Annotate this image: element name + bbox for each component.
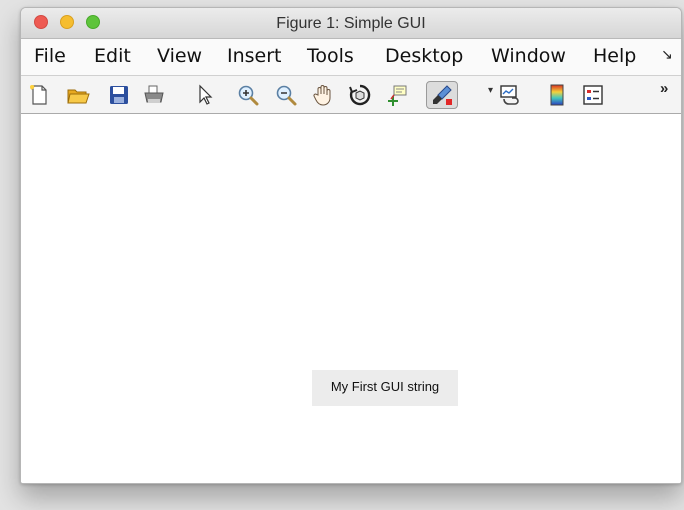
brush-icon[interactable] [426,81,458,109]
toolbar: ▾ » [21,76,681,114]
edit-plot-icon[interactable] [193,83,217,107]
menu-window[interactable]: Window [491,45,566,67]
link-plot-icon[interactable] [498,83,522,107]
figure-canvas: My First GUI string [21,114,681,483]
data-cursor-icon[interactable] [385,83,409,107]
menu-file[interactable]: File [34,45,66,67]
pan-icon[interactable] [311,83,335,107]
menu-view[interactable]: View [157,45,202,67]
new-figure-icon[interactable] [27,83,51,107]
menu-tools[interactable]: Tools [307,45,354,67]
menu-overflow-icon[interactable]: ↘ [661,47,673,63]
colorbar-icon[interactable] [545,83,569,107]
legend-icon[interactable] [581,83,605,107]
zoom-out-icon[interactable] [274,83,298,107]
menu-bar: File Edit View Insert Tools Desktop Wind… [21,39,681,76]
toolbar-overflow-icon[interactable]: » [660,80,668,97]
print-icon[interactable] [142,83,166,107]
menu-help[interactable]: Help [593,45,636,67]
gui-static-text: My First GUI string [312,370,458,406]
window-title: Figure 1: Simple GUI [276,15,426,32]
menu-insert[interactable]: Insert [227,45,282,67]
rotate-3d-icon[interactable] [348,83,372,107]
brush-dropdown-icon[interactable]: ▾ [488,85,493,96]
title-bar: Figure 1: Simple GUI [21,8,681,39]
menu-edit[interactable]: Edit [94,45,131,67]
save-icon[interactable] [107,83,131,107]
figure-window: Figure 1: Simple GUI File Edit View Inse… [20,7,682,484]
menu-desktop[interactable]: Desktop [385,45,463,67]
open-file-icon[interactable] [66,83,90,107]
zoom-in-icon[interactable] [236,83,260,107]
